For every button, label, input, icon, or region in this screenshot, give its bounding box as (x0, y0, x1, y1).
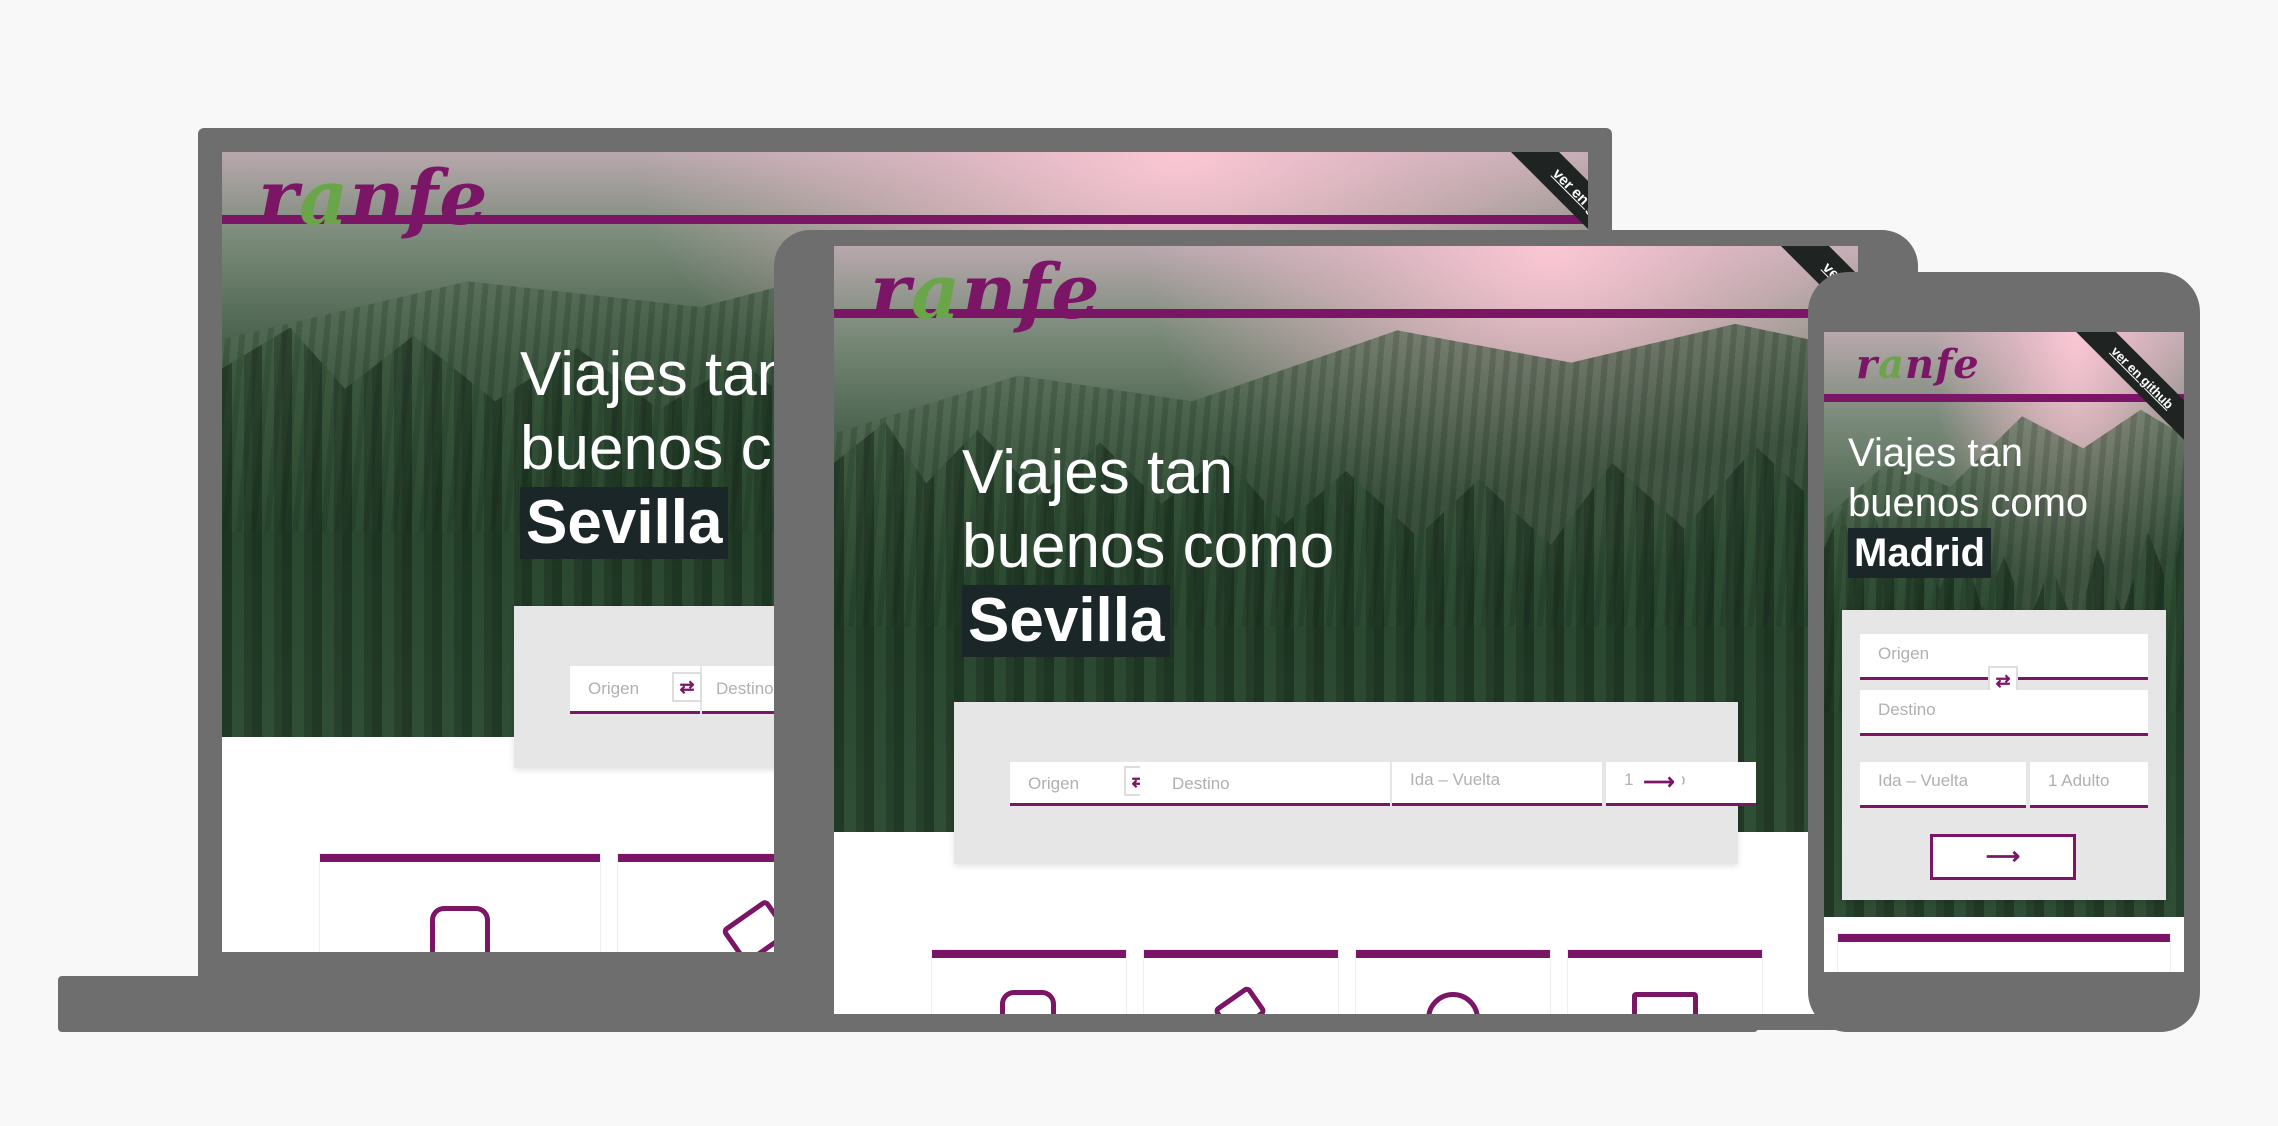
destination-field[interactable]: Destino (1140, 762, 1390, 806)
headline-line-2: buenos como (1848, 481, 2089, 525)
feature-card-1[interactable] (320, 854, 600, 952)
search-panel: Origen ⇄ Destino Ida – Vuelta 1 Adulto ⟶ (954, 702, 1756, 864)
headline-line-2: buenos como (962, 512, 1335, 581)
feature-card-1[interactable] (1838, 934, 2170, 972)
feature-card-3[interactable] (1356, 950, 1550, 1014)
headline-city: Sevilla (962, 585, 1171, 657)
dates-field[interactable]: Ida – Vuelta (1860, 762, 2026, 808)
search-submit-button[interactable]: ⟶ (1930, 834, 2076, 880)
feature-card-2[interactable] (1144, 950, 1338, 1014)
feature-card-4[interactable] (1568, 950, 1762, 1014)
feature-card-1[interactable] (932, 950, 1126, 1014)
headline-city: Sevilla (520, 487, 729, 559)
swap-icon[interactable]: ⇄ (672, 672, 702, 702)
headline-city: Madrid (1848, 528, 1992, 578)
search-panel: Origen ⇄ Destino Ida – Vuelta 1 Adulto ⟶ (1842, 610, 2166, 900)
train-icon (1000, 990, 1056, 1014)
origin-field[interactable]: Origen (1010, 762, 1140, 806)
destination-field[interactable]: Destino (1860, 690, 2148, 736)
passengers-field[interactable]: 1 Adulto (2030, 762, 2148, 808)
phone-screen: ranfe ver en github Viajes tan buenos co… (1824, 332, 2184, 972)
dates-field[interactable]: Ida – Vuelta (1392, 762, 1602, 806)
headline-line-1: Viajes tan (962, 438, 1234, 507)
hero-headline: Viajes tan buenos como Sevilla (962, 436, 1334, 658)
ticket-icon (1212, 984, 1268, 1014)
header-line (1824, 394, 2184, 402)
clock-icon (1426, 992, 1480, 1014)
hero-headline: Viajes tan buenos como Madrid (1848, 428, 2088, 578)
tablet-screen: ranfe ver en github Viajes tan buenos co… (834, 246, 1858, 1014)
search-submit-button[interactable]: ⟶ (1636, 762, 1682, 806)
renfe-logo[interactable]: ranfe (258, 158, 489, 238)
renfe-logo[interactable]: ranfe (870, 252, 1101, 332)
headline-line-1: Viajes tan (1848, 431, 2023, 475)
train-icon (430, 906, 490, 952)
renfe-logo[interactable]: ranfe (1856, 340, 1980, 390)
card-icon (1632, 992, 1698, 1014)
